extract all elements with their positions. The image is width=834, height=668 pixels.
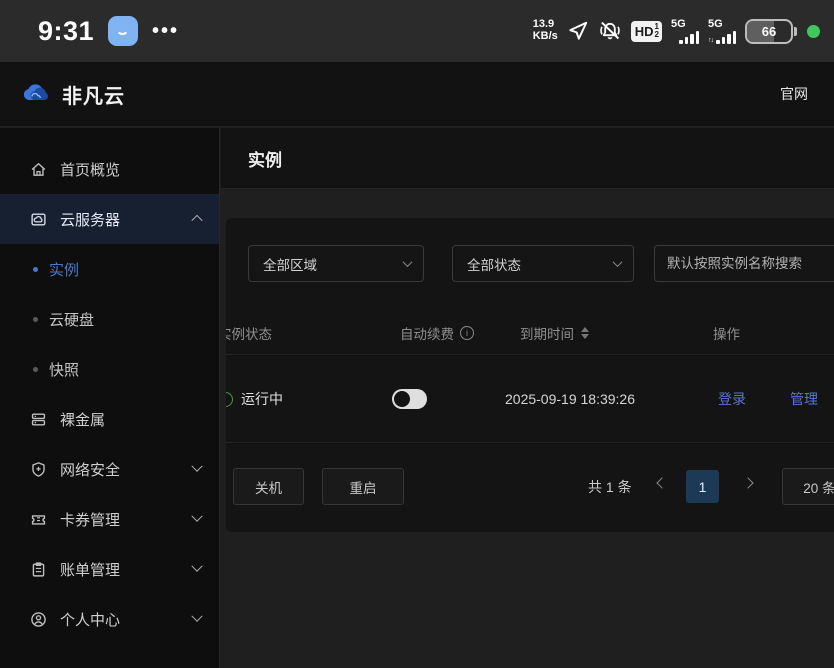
instance-status-cell: 运行中 bbox=[226, 355, 283, 443]
sidebar-subitem-label: 快照 bbox=[49, 359, 79, 380]
chevron-down-icon bbox=[191, 611, 202, 622]
mute-bell-icon bbox=[598, 19, 622, 43]
sidebar-item-label: 账单管理 bbox=[60, 559, 193, 580]
sidebar-subitem-snapshot[interactable]: 快照 bbox=[0, 344, 219, 394]
data-arrows-icon: ↑↓ bbox=[708, 37, 713, 44]
table-footer: 关机 重启 共 1 条 1 20 条/页 bbox=[226, 443, 834, 532]
sim1-signal: 5G bbox=[671, 19, 699, 44]
sim2-signal-bars-icon bbox=[716, 31, 736, 44]
sim2-signal: 5G ↑↓ bbox=[708, 19, 736, 44]
cloud-logo-icon bbox=[20, 82, 52, 106]
region-select[interactable]: 全部区域 bbox=[248, 245, 424, 282]
login-link[interactable]: 登录 bbox=[718, 389, 746, 409]
bullet-icon bbox=[33, 267, 38, 272]
table-header: 实例状态 自动续费 i 到期时间 操作 bbox=[226, 310, 834, 355]
next-page-icon[interactable] bbox=[742, 477, 753, 488]
sidebar-item-billing-management[interactable]: 账单管理 bbox=[0, 544, 219, 594]
page-title: 实例 bbox=[248, 146, 282, 171]
ticket-icon bbox=[30, 511, 47, 528]
official-site-link[interactable]: 官网 bbox=[780, 84, 808, 104]
sidebar-item-cloud-server[interactable]: 云服务器 bbox=[0, 194, 219, 244]
sidebar-item-bare-metal[interactable]: 裸金属 bbox=[0, 394, 219, 444]
sidebar-item-coupon-management[interactable]: 卡券管理 bbox=[0, 494, 219, 544]
current-page-button[interactable]: 1 bbox=[686, 470, 719, 503]
sidebar-item-label: 个人中心 bbox=[60, 609, 193, 630]
main-content: 实例 全部区域 全部状态 实例状态 自动续费 i bbox=[221, 128, 834, 668]
instance-card: 全部区域 全部状态 实例状态 自动续费 i 到期时间 bbox=[226, 218, 834, 532]
sidebar-item-label: 网络安全 bbox=[60, 459, 193, 480]
actions-cell: 登录 管理 bbox=[718, 355, 818, 443]
total-count-label: 共 1 条 bbox=[588, 477, 632, 497]
privacy-indicator-dot bbox=[807, 25, 820, 38]
sidebar-item-home-overview[interactable]: 首页概览 bbox=[0, 144, 219, 194]
expire-time-cell: 2025-09-19 18:39:26 bbox=[505, 355, 635, 443]
column-header-expire-time: 到期时间 bbox=[520, 310, 589, 355]
bullet-icon bbox=[33, 317, 38, 322]
cloud-server-icon bbox=[30, 211, 47, 228]
bill-clipboard-icon bbox=[30, 561, 47, 578]
status-bar: 9:31 ••• 13.9 KB/s HD 1 bbox=[0, 0, 834, 62]
page-size-select[interactable]: 20 条/页 bbox=[782, 468, 834, 505]
auto-renew-toggle[interactable] bbox=[392, 389, 427, 409]
chevron-down-icon bbox=[191, 561, 202, 572]
page-title-bar: 实例 bbox=[221, 128, 834, 189]
instance-status-text: 运行中 bbox=[241, 389, 283, 409]
screen: 9:31 ••• 13.9 KB/s HD 1 bbox=[0, 0, 834, 668]
chevron-down-icon bbox=[613, 257, 623, 267]
reboot-button[interactable]: 重启 bbox=[322, 468, 404, 505]
location-icon bbox=[567, 20, 589, 42]
sidebar: 首页概览 云服务器 实例 云硬盘 快照 bbox=[0, 128, 220, 668]
manage-link[interactable]: 管理 bbox=[790, 389, 818, 409]
more-notifications-icon: ••• bbox=[152, 20, 179, 43]
auto-renew-cell bbox=[392, 355, 427, 443]
instance-search-input[interactable] bbox=[654, 245, 834, 282]
brand-name: 非凡云 bbox=[62, 80, 125, 109]
sidebar-subitem-cloud-disk[interactable]: 云硬盘 bbox=[0, 294, 219, 344]
battery-icon: 66 bbox=[745, 19, 793, 44]
column-header-actions: 操作 bbox=[713, 310, 740, 355]
server-stack-icon bbox=[30, 411, 47, 428]
network-speed: 13.9 KB/s bbox=[533, 19, 558, 42]
table-row: 运行中 2025-09-19 18:39:26 登录 管理 bbox=[226, 355, 834, 443]
info-icon[interactable]: i bbox=[460, 326, 474, 340]
sidebar-subitem-instances[interactable]: 实例 bbox=[0, 244, 219, 294]
running-status-icon bbox=[226, 392, 233, 407]
status-select[interactable]: 全部状态 bbox=[452, 245, 634, 282]
status-select-value: 全部状态 bbox=[467, 254, 521, 274]
bullet-icon bbox=[33, 367, 38, 372]
battery-nub bbox=[794, 27, 797, 36]
sidebar-subitem-label: 云硬盘 bbox=[49, 309, 94, 330]
clock: 9:31 bbox=[38, 16, 94, 47]
shutdown-button[interactable]: 关机 bbox=[233, 468, 304, 505]
column-header-auto-renew: 自动续费 i bbox=[400, 310, 474, 355]
sim1-signal-bars-icon bbox=[679, 31, 699, 44]
sidebar-subitem-label: 实例 bbox=[49, 259, 79, 280]
shield-plus-icon bbox=[30, 461, 47, 478]
sidebar-item-label: 云服务器 bbox=[60, 209, 193, 230]
volte-hd-icon: HD 1 2 bbox=[631, 21, 662, 42]
filter-row: 全部区域 全部状态 bbox=[226, 245, 834, 282]
app-header: 非凡云 官网 bbox=[0, 62, 834, 127]
prev-page-icon[interactable] bbox=[656, 477, 667, 488]
chevron-down-icon bbox=[191, 461, 202, 472]
sidebar-item-label: 首页概览 bbox=[60, 159, 201, 180]
sidebar-item-label: 裸金属 bbox=[60, 409, 201, 430]
sidebar-item-label: 卡券管理 bbox=[60, 509, 193, 530]
brand: 非凡云 bbox=[20, 80, 125, 109]
notification-app-icon bbox=[108, 16, 138, 46]
chevron-up-icon bbox=[191, 215, 202, 226]
user-circle-icon bbox=[30, 611, 47, 628]
region-select-value: 全部区域 bbox=[263, 254, 317, 274]
chevron-down-icon bbox=[403, 257, 413, 267]
column-header-instance-status: 实例状态 bbox=[226, 310, 272, 355]
sidebar-item-personal-center[interactable]: 个人中心 bbox=[0, 594, 219, 644]
sidebar-item-network-security[interactable]: 网络安全 bbox=[0, 444, 219, 494]
home-icon bbox=[30, 161, 47, 178]
chevron-down-icon bbox=[191, 511, 202, 522]
sort-icon[interactable] bbox=[581, 327, 589, 339]
